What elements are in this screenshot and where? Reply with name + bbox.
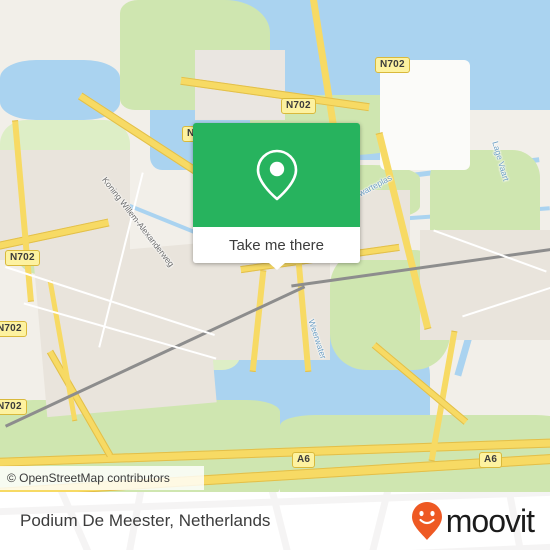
map-shield-n702-w2: N702	[0, 321, 27, 337]
popup-card-pointer	[268, 263, 285, 270]
map-shield-n702-ne: N702	[375, 57, 410, 73]
location-title: Podium De Meester, Netherlands	[20, 511, 271, 530]
map-shield-n702-w3: N702	[0, 399, 27, 415]
map-canvas[interactable]: Almere Stad Koning Willem-Alexanderweg L…	[0, 0, 550, 492]
moovit-logo[interactable]: moovit	[411, 492, 535, 550]
popup-card-header	[193, 123, 360, 227]
footer-bar: Podium De Meester, Netherlands moovit	[0, 492, 550, 550]
moovit-wordmark: moovit	[445, 502, 535, 539]
popup-card-footer[interactable]: Take me there	[193, 227, 360, 270]
osm-attribution-bar[interactable]: © OpenStreetMap contributors	[0, 466, 204, 490]
moovit-pin-smile-icon	[411, 502, 442, 540]
map-shield-a6-east: A6	[479, 452, 503, 468]
map-pin-icon	[256, 149, 297, 201]
osm-attribution-text: © OpenStreetMap contributors	[7, 471, 170, 485]
screenshot-root: Almere Stad Koning Willem-Alexanderweg L…	[0, 0, 550, 550]
map-shield-n702-w: N702	[5, 250, 40, 266]
map-shield-a6-west: A6	[292, 452, 316, 468]
map-residential-east	[420, 230, 550, 340]
destination-popup-card[interactable]: Take me there	[193, 123, 360, 270]
take-me-there-label: Take me there	[228, 236, 325, 254]
map-shield-n702-n: N702	[281, 98, 316, 114]
map-airfield-area	[380, 60, 470, 170]
